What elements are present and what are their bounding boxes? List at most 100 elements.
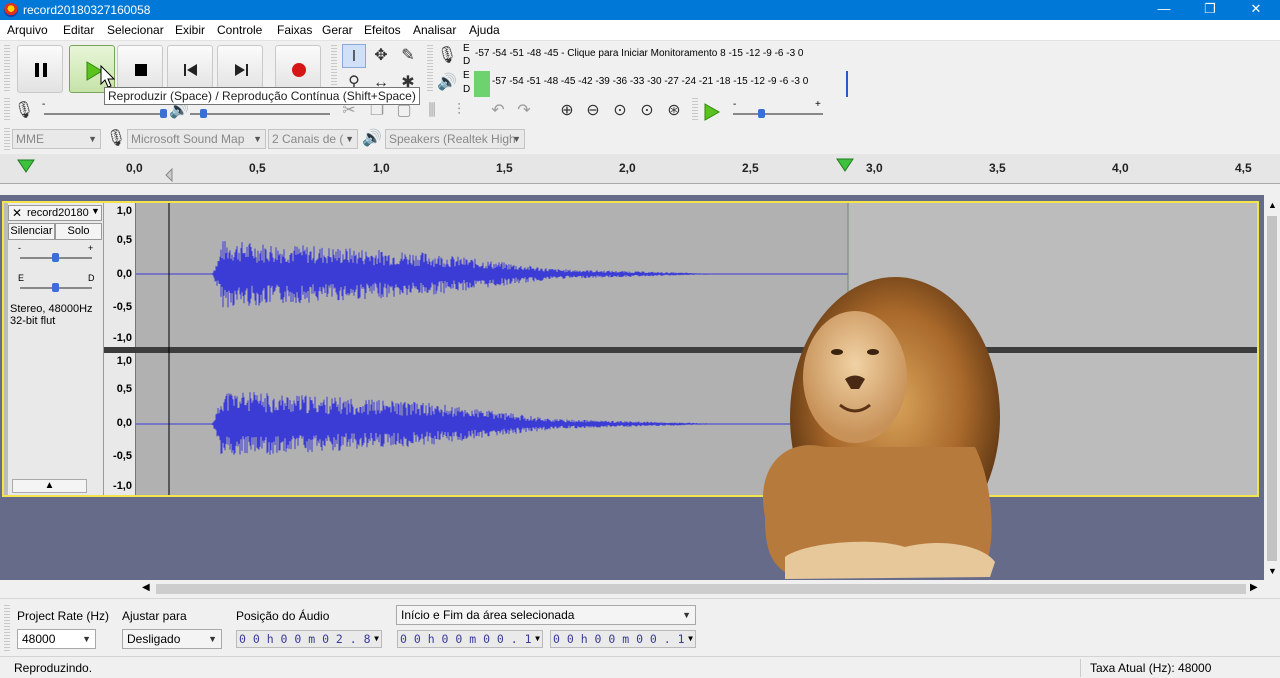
menu-gerar[interactable]: Gerar xyxy=(322,23,353,37)
zoom-toggle-icon[interactable]: ⊛ xyxy=(662,99,686,123)
timeline-options-icon[interactable] xyxy=(17,159,35,173)
channels-dropdown[interactable]: 2 Canais de (▼ xyxy=(268,129,358,149)
horizontal-scrollbar[interactable]: ◀ ▶ xyxy=(140,580,1264,598)
chevron-down-icon[interactable]: ▼ xyxy=(372,631,381,647)
scale-label: 0,5 xyxy=(116,234,132,246)
menu-exibir[interactable]: Exibir xyxy=(175,23,205,37)
recording-meter[interactable]: -57 -54 -51 -48 -45 - Clique para Inicia… xyxy=(473,48,875,62)
audio-position-value: 0 0 h 0 0 m 0 2 . 8 8 7 s xyxy=(239,632,381,646)
audacity-app-icon xyxy=(4,3,18,17)
microphone-meter-icon[interactable]: 🎙 xyxy=(435,44,459,68)
speed-plus: + xyxy=(815,99,821,110)
mixer-grip[interactable] xyxy=(4,98,10,122)
selection-mode-dropdown[interactable]: Início e Fim da área selecionada ▼ xyxy=(396,605,696,625)
snap-to-value: Desligado xyxy=(127,632,181,646)
scroll-right-icon[interactable]: ▶ xyxy=(1250,582,1258,593)
chevron-down-icon[interactable]: ▼ xyxy=(533,631,542,647)
collapse-track-button[interactable]: ▲ xyxy=(12,479,87,493)
device-grip[interactable] xyxy=(4,128,10,150)
solo-button[interactable]: Solo xyxy=(55,223,102,240)
audio-host-dropdown[interactable]: MME ▼ xyxy=(12,129,101,149)
scroll-down-icon[interactable]: ▼ xyxy=(1268,566,1277,576)
input-volume-thumb[interactable] xyxy=(160,109,167,118)
chevron-down-icon: ▼ xyxy=(512,134,521,144)
recording-device-value: Microsoft Sound Map xyxy=(131,132,245,146)
restore-button[interactable]: ❐ xyxy=(1187,0,1233,20)
stop-button[interactable] xyxy=(117,45,163,93)
zoom-in-icon[interactable]: ⊕ xyxy=(555,99,579,123)
zoom-out-icon[interactable]: ⊖ xyxy=(581,99,605,123)
play-speed-thumb[interactable] xyxy=(758,109,765,118)
project-rate-combo[interactable]: 48000 ▼ xyxy=(17,629,96,649)
redo-icon[interactable]: ↷ xyxy=(512,99,536,123)
output-volume-slider[interactable] xyxy=(190,113,330,115)
track-name[interactable]: record20180 xyxy=(27,207,89,219)
fit-selection-icon[interactable]: ⊙ xyxy=(608,99,632,123)
transport-grip[interactable] xyxy=(4,45,10,93)
menu-faixas[interactable]: Faixas xyxy=(277,23,312,37)
chevron-down-icon[interactable]: ▼ xyxy=(686,631,695,647)
undo-icon[interactable]: ↶ xyxy=(486,99,510,123)
draw-tool-icon[interactable]: ✎ xyxy=(396,44,420,68)
recording-device-dropdown[interactable]: Microsoft Sound Map ▼ xyxy=(127,129,266,149)
track-header: ✕ record20180 ▼ xyxy=(8,205,102,221)
playback-device-dropdown[interactable]: Speakers (Realtek High ▼ xyxy=(385,129,525,149)
meter-grip[interactable] xyxy=(427,45,433,93)
minimize-button[interactable]: — xyxy=(1141,0,1187,20)
vertical-scroll-thumb[interactable] xyxy=(1267,216,1277,561)
play-at-speed-icon[interactable] xyxy=(703,103,721,121)
pan-slider-thumb[interactable] xyxy=(52,283,59,292)
selection-start-field[interactable]: 0 0 h 0 0 m 0 0 . 1 3 4 s▼ xyxy=(397,630,543,648)
fit-project-icon[interactable]: ⊙ xyxy=(635,99,659,123)
tools-grip[interactable] xyxy=(331,45,337,93)
speaker-meter-icon[interactable]: 🔊 xyxy=(435,71,459,95)
pause-icon xyxy=(35,63,47,77)
right-channel-scale[interactable]: 1,0 0,5 0,0 -0,5 -1,0 xyxy=(104,353,136,495)
play-meter-channel-d: D xyxy=(463,84,471,95)
vertical-scrollbar[interactable]: ▲ ▼ xyxy=(1264,200,1280,580)
envelope-tool-icon[interactable]: ✥ xyxy=(369,44,393,68)
snap-to-dropdown[interactable]: Desligado ▼ xyxy=(122,629,222,649)
pause-button[interactable] xyxy=(17,45,63,93)
play-speed-slider[interactable] xyxy=(733,113,823,115)
trim-icon[interactable]: ⫼ xyxy=(420,99,444,123)
timeline-ruler[interactable]: 0,0 0,5 1,0 1,5 2,0 2,5 3,0 3,5 4,0 4,5 xyxy=(0,154,1280,184)
lion-sticker xyxy=(763,277,1000,579)
selection-end-field[interactable]: 0 0 h 0 0 m 0 0 . 1 3 4 s▼ xyxy=(550,630,696,648)
track-panel[interactable]: ✕ record20180 ▼ Silenciar Solo - + E D S… xyxy=(0,195,1264,580)
menu-arquivo[interactable]: Arquivo xyxy=(7,23,48,37)
scroll-up-icon[interactable]: ▲ xyxy=(1268,200,1277,210)
selection-grip[interactable] xyxy=(4,605,10,651)
audio-position-field[interactable]: 0 0 h 0 0 m 0 2 . 8 8 7 s▼ xyxy=(236,630,382,648)
menu-ajuda[interactable]: Ajuda xyxy=(469,23,500,37)
scale-label: -0,5 xyxy=(113,301,132,313)
waveform-canvas[interactable] xyxy=(136,203,1257,495)
menu-analisar[interactable]: Analisar xyxy=(413,23,456,37)
menu-controle[interactable]: Controle xyxy=(217,23,262,37)
playhead-marker-icon[interactable] xyxy=(836,158,854,172)
output-volume-thumb[interactable] xyxy=(200,109,207,118)
playback-meter[interactable]: -57 -54 -51 -48 -45 -42 -39 -36 -33 -30 … xyxy=(490,76,875,90)
input-volume-slider[interactable] xyxy=(44,113,164,115)
horizontal-scroll-thumb[interactable] xyxy=(156,584,1246,594)
snap-to-label: Ajustar para xyxy=(122,609,187,623)
skip-to-end-button[interactable] xyxy=(217,45,263,93)
menu-editar[interactable]: Editar xyxy=(63,23,94,37)
close-button[interactable]: ✕ xyxy=(1233,0,1279,20)
stop-icon xyxy=(135,64,147,76)
gain-plus-label: + xyxy=(88,243,94,253)
scroll-left-icon[interactable]: ◀ xyxy=(142,582,150,593)
menu-selecionar[interactable]: Selecionar xyxy=(107,23,164,37)
menu-efeitos[interactable]: Efeitos xyxy=(364,23,401,37)
audio-track[interactable]: ✕ record20180 ▼ Silenciar Solo - + E D S… xyxy=(2,201,1259,497)
mute-button[interactable]: Silenciar xyxy=(8,223,55,240)
silence-icon[interactable]: ⫶ xyxy=(447,99,471,123)
play-speed-grip[interactable] xyxy=(692,98,698,122)
skip-to-start-button[interactable] xyxy=(167,45,213,93)
record-button[interactable] xyxy=(275,45,321,93)
close-track-icon[interactable]: ✕ xyxy=(12,206,22,220)
selection-tool-icon[interactable]: I xyxy=(342,44,366,68)
track-menu-chevron-icon[interactable]: ▼ xyxy=(91,206,100,216)
gain-slider-thumb[interactable] xyxy=(52,253,59,262)
left-channel-scale[interactable]: 1,0 0,5 0,0 -0,5 -1,0 xyxy=(104,203,136,347)
